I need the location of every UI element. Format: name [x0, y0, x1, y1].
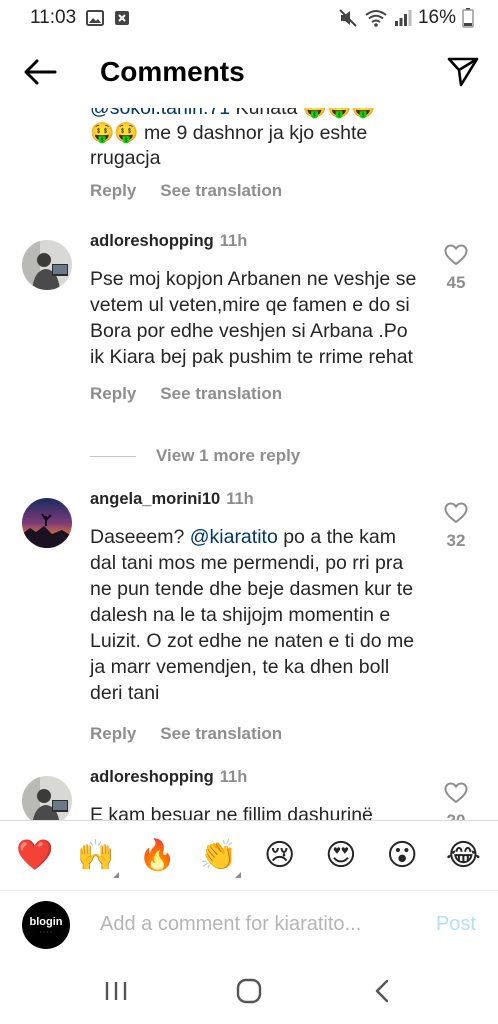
comment-text: E kam besuar ne fillim dashurinë [90, 804, 373, 820]
emoji-crying[interactable]: 😢 [255, 836, 305, 876]
avatar[interactable] [22, 776, 72, 820]
emoji-heart[interactable]: ❤️ [10, 836, 60, 876]
comment-list: @sokol.tanin.71 Kunata 🤑🤑🤑 🤑🤑 me 9 dashn… [0, 108, 498, 820]
comment-time: 11h [219, 768, 248, 786]
heart-icon[interactable] [444, 782, 468, 804]
emoji-raised-hands[interactable]: 🙌 [71, 836, 121, 878]
see-translation-button[interactable]: See translation [160, 384, 282, 404]
gallery-icon [86, 10, 105, 26]
battery-icon [462, 8, 474, 28]
comment-text: Pse moj kopjon Arbanen ne veshje se vete… [90, 268, 417, 368]
recent-apps-icon [106, 982, 127, 1000]
comment-actions: Reply See translation [90, 724, 420, 744]
view-more-replies-button[interactable]: View 1 more reply [90, 446, 300, 466]
status-bar: 11:03 16% [0, 0, 498, 36]
comment-time: 11h [219, 232, 248, 250]
header: Comments [0, 36, 498, 108]
share-button[interactable] [428, 36, 498, 108]
comment-text: Daseeem? @kiaratito po a the kam dal tan… [90, 526, 415, 704]
comment-actions: Reply See translation [90, 181, 410, 201]
like-count: 32 [446, 531, 466, 550]
divider [90, 455, 136, 457]
comment-username[interactable]: angela_morini10 [90, 490, 220, 508]
comment-body: adloreshopping 11h Pse moj kopjon Arbanen… [90, 232, 420, 404]
emoji-fire[interactable]: 🔥 [132, 836, 182, 876]
avatar[interactable] [22, 240, 72, 290]
mention-link[interactable]: @kiaratito [190, 526, 278, 548]
see-translation-button[interactable]: See translation [160, 724, 282, 744]
comment-username[interactable]: adloreshopping [90, 232, 214, 250]
home-button[interactable] [219, 966, 279, 1016]
like-count: 20 [438, 811, 474, 820]
comment-composer: blogin • • • • Post [0, 890, 498, 958]
emoji-clapping[interactable]: 👏 [193, 836, 243, 878]
heart-icon[interactable] [444, 502, 468, 524]
emoji-laughing[interactable]: 😂 [438, 836, 488, 876]
page-title: Comments [100, 56, 245, 87]
like-control: 32 [438, 502, 474, 551]
own-avatar: blogin • • • • [22, 900, 70, 949]
battery-percent: 16% [417, 7, 456, 28]
back-button[interactable] [0, 36, 80, 108]
avatar[interactable] [22, 498, 72, 548]
comment-body: angela_morini10 11h Daseeem? @kiaratito p… [90, 490, 420, 744]
post-button[interactable]: Post [436, 913, 476, 936]
like-control: 20 [438, 782, 474, 820]
emoji-surprised[interactable]: 😮 [377, 836, 427, 876]
signal-icon [394, 10, 412, 26]
comment-time: 11h [226, 490, 254, 508]
recent-apps-button[interactable] [86, 966, 146, 1016]
back-arrow-icon [24, 59, 57, 85]
heart-icon[interactable] [444, 244, 468, 266]
reply-button[interactable]: Reply [90, 724, 136, 744]
home-icon [236, 978, 262, 1004]
see-translation-button[interactable]: See translation [160, 181, 282, 201]
view-more-label: View 1 more reply [156, 446, 301, 465]
chevron-left-icon [375, 979, 388, 1003]
system-back-button[interactable] [352, 966, 412, 1016]
system-nav-bar [0, 958, 498, 1024]
like-control: 45 [438, 244, 474, 293]
comment-input[interactable] [100, 904, 436, 945]
status-time: 11:03 [30, 7, 77, 28]
emoji-variant-indicator [112, 871, 119, 878]
like-count: 45 [446, 273, 466, 292]
wifi-icon [364, 9, 388, 27]
partial-reply: @sokol.tanin.71 Kunata 🤑🤑🤑 🤑🤑 me 9 dashn… [90, 108, 410, 201]
emoji-heart-eyes[interactable]: 😍 [316, 836, 366, 876]
reply-button[interactable]: Reply [90, 384, 136, 404]
partial-reply-text: @sokol.tanin.71 Kunata 🤑🤑🤑 🤑🤑 me 9 dashn… [90, 108, 410, 171]
notification-x-icon [114, 10, 130, 26]
comment-username[interactable]: adloreshopping [90, 768, 214, 786]
emoji-variant-indicator [235, 871, 242, 878]
emoji-quick-bar: ❤️ 🙌 🔥 👏 😢 😍 😮 😂 [0, 820, 498, 890]
reply-button[interactable]: Reply [90, 181, 136, 201]
mention-link[interactable]: @sokol.tanin.71 [90, 108, 230, 119]
comment-actions: Reply See translation [90, 384, 420, 404]
comment-body: adloreshopping 11h E kam besuar ne fillim… [90, 768, 420, 820]
send-icon [447, 57, 479, 87]
mute-icon [338, 9, 358, 27]
